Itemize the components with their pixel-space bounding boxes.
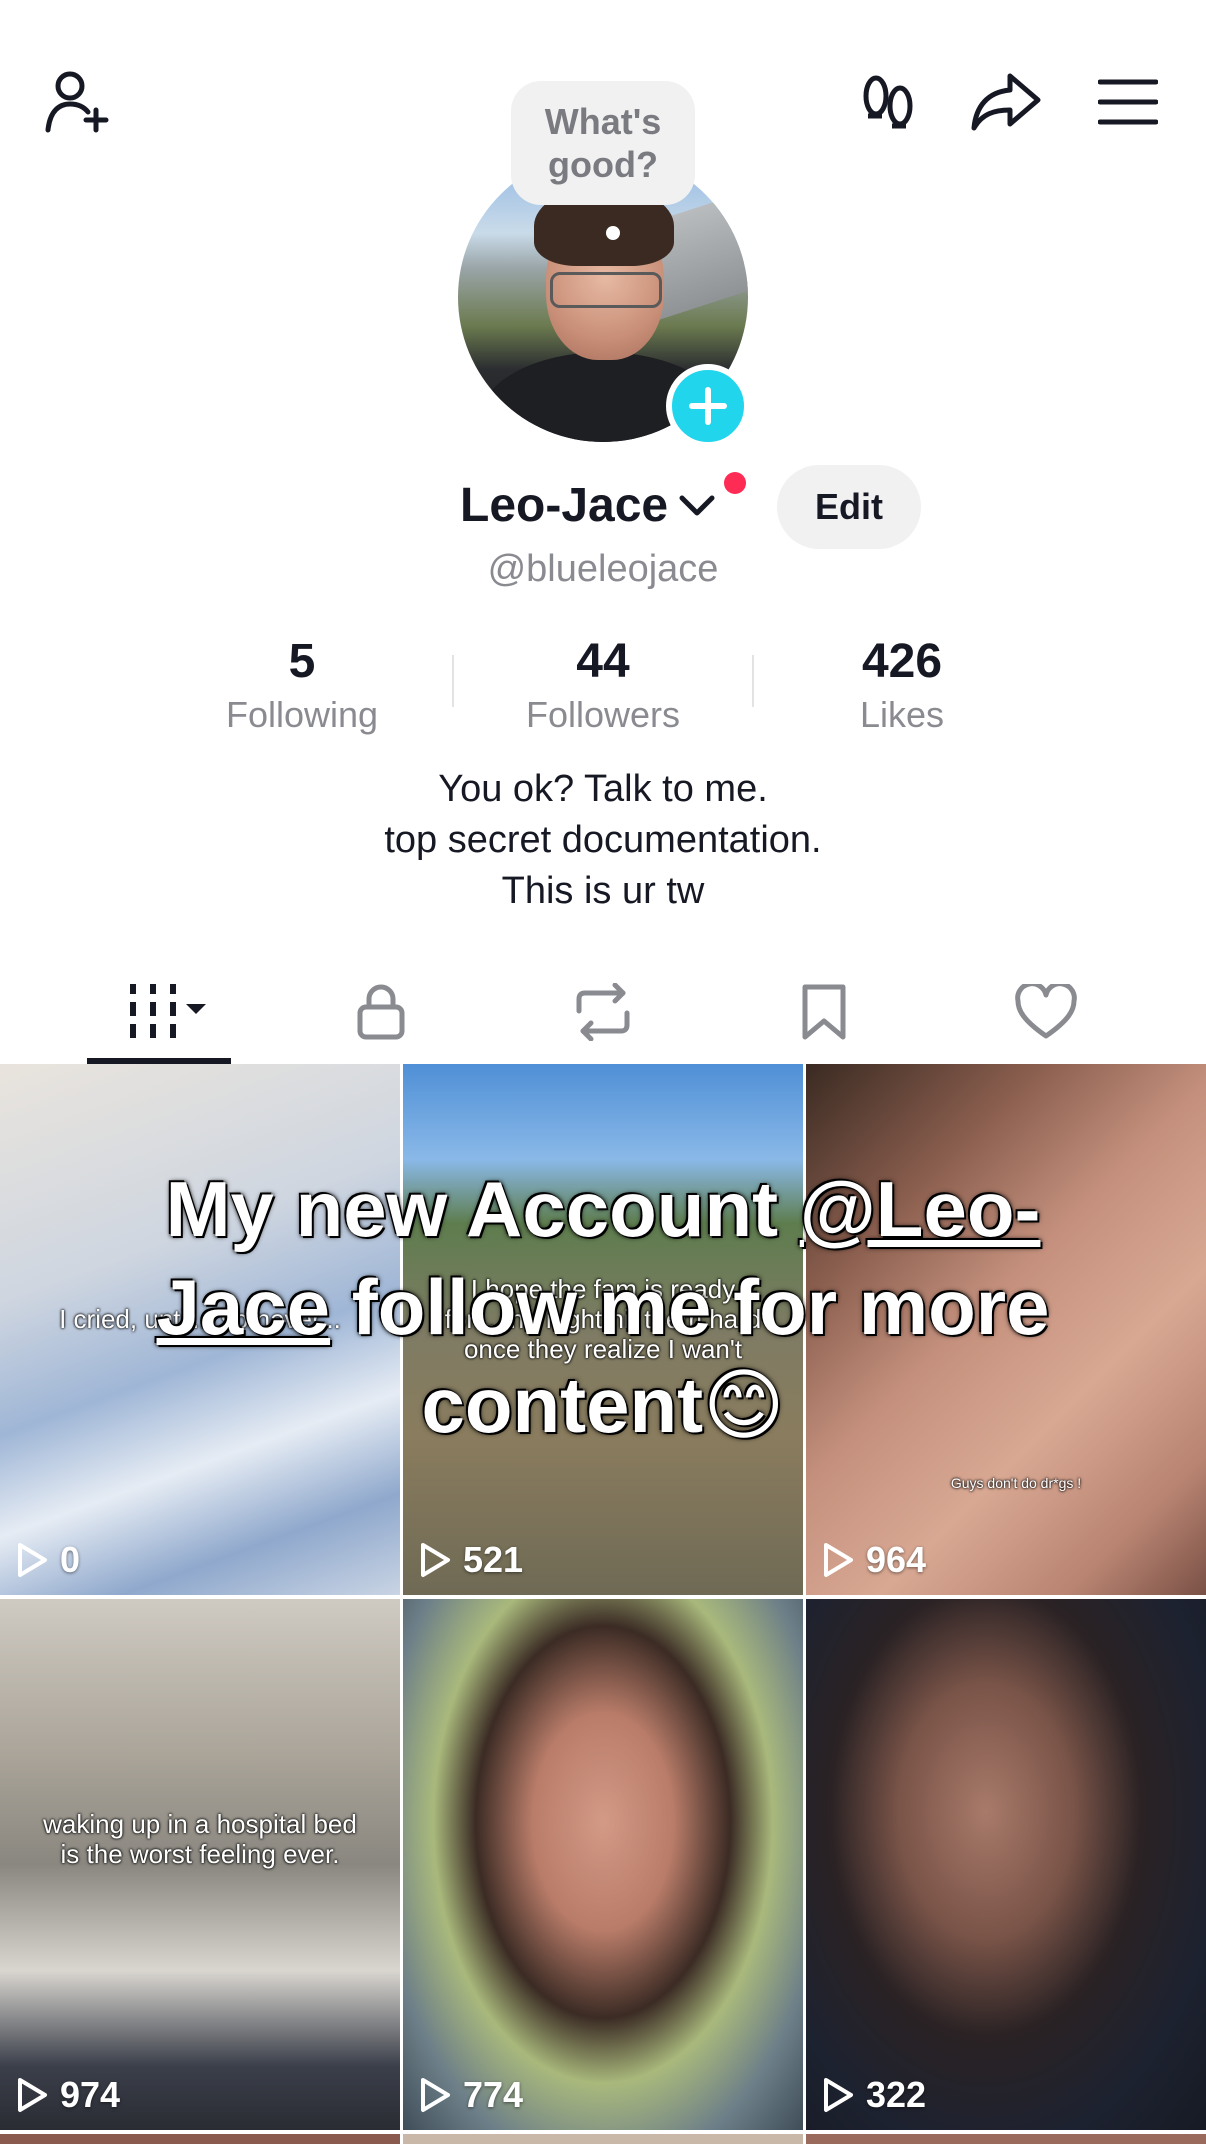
view-count-value: 322 [866,2074,927,2115]
bio-line: top secret documentation. [384,819,822,861]
view-count: 0 [16,1539,80,1581]
plus-icon [689,387,727,425]
stat-value: 44 [576,635,630,688]
menu-icon [1098,79,1158,125]
bio-line: You ok? Talk to me. [438,768,768,810]
stat-label: Likes [859,694,945,735]
add-friend-icon [45,71,109,133]
stat-value: 426 [861,635,943,688]
play-icon [421,2078,450,2112]
chevron-down-icon [679,495,715,515]
stat-followers[interactable]: 44 Followers [483,632,723,738]
view-count-value: 521 [463,1539,524,1580]
play-icon [824,2078,853,2112]
video-thumbnail[interactable] [403,2134,803,2144]
status-bubble[interactable]: What's good? [511,81,695,205]
bio: You ok? Talk to me. top secret documenta… [0,764,1206,917]
videos-grid-icon [130,984,206,1038]
tab-liked[interactable] [996,960,1096,1064]
heart-icon [1015,984,1077,1039]
profile-tabs [0,960,1206,1064]
divider [752,655,754,707]
bookmark-icon [802,984,846,1040]
bio-line: This is ur tw [501,870,705,912]
add-friend-button[interactable] [40,64,116,140]
menu-button[interactable] [1090,64,1166,140]
smile-emoji: 😊 [703,1361,785,1449]
profile-views-button[interactable] [850,64,926,140]
stat-label: Following [225,694,379,735]
view-count: 964 [822,1539,926,1581]
stat-value: 5 [288,635,316,688]
footprint-icon [863,75,913,129]
view-count: 974 [16,2074,120,2116]
stat-likes[interactable]: 426 Likes [782,632,1022,738]
video-caption: Guys don't do dr*gs ! [950,1475,1082,1491]
view-count: 322 [822,2074,926,2116]
stat-label: Followers [525,694,681,735]
view-count-value: 774 [463,2074,524,2115]
add-story-button[interactable] [666,364,750,448]
display-name-switcher[interactable]: Leo-Jace [460,478,716,533]
edit-profile-button[interactable]: Edit [777,465,921,549]
share-icon [971,73,1041,131]
tab-favorites[interactable] [774,960,874,1064]
pinned-video-overlay-text: My new Account @Leo-Jace follow me for m… [110,1160,1096,1454]
overlay-text-prefix: My new Account [165,1165,800,1253]
play-icon [18,2078,47,2112]
view-count: 774 [419,2074,523,2116]
display-name: Leo-Jace [460,479,669,532]
tab-videos[interactable] [100,960,220,1064]
play-icon [18,1543,47,1577]
tab-reposts[interactable] [553,960,653,1064]
video-caption: waking up in a hospital bed is the worst… [43,1809,357,1869]
play-icon [421,1543,450,1577]
view-count-value: 964 [866,1539,927,1580]
status-bubble-text: What's good? [544,101,662,185]
view-count-value: 974 [60,2074,121,2115]
repost-icon [576,983,630,1041]
username-handle: @blueleojace [487,548,719,590]
overlay-text-suffix: follow me for more content [330,1263,1050,1449]
notification-dot [724,472,746,494]
tab-private[interactable] [331,960,431,1064]
stat-following[interactable]: 5 Following [182,632,422,738]
video-thumbnail[interactable]: 774 [403,1599,803,2130]
view-count: 521 [419,1539,523,1581]
video-thumbnail[interactable]: 322 [806,1599,1206,2130]
play-icon [824,1543,853,1577]
video-thumbnail[interactable]: waking up in a hospital bed is the worst… [0,1599,400,2130]
video-thumbnail[interactable] [0,2134,400,2144]
divider [452,655,454,707]
video-thumbnail[interactable] [806,2134,1206,2144]
lock-icon [357,984,405,1040]
share-profile-button[interactable] [968,64,1044,140]
view-count-value: 0 [60,1539,81,1580]
bubble-dot [606,226,620,240]
